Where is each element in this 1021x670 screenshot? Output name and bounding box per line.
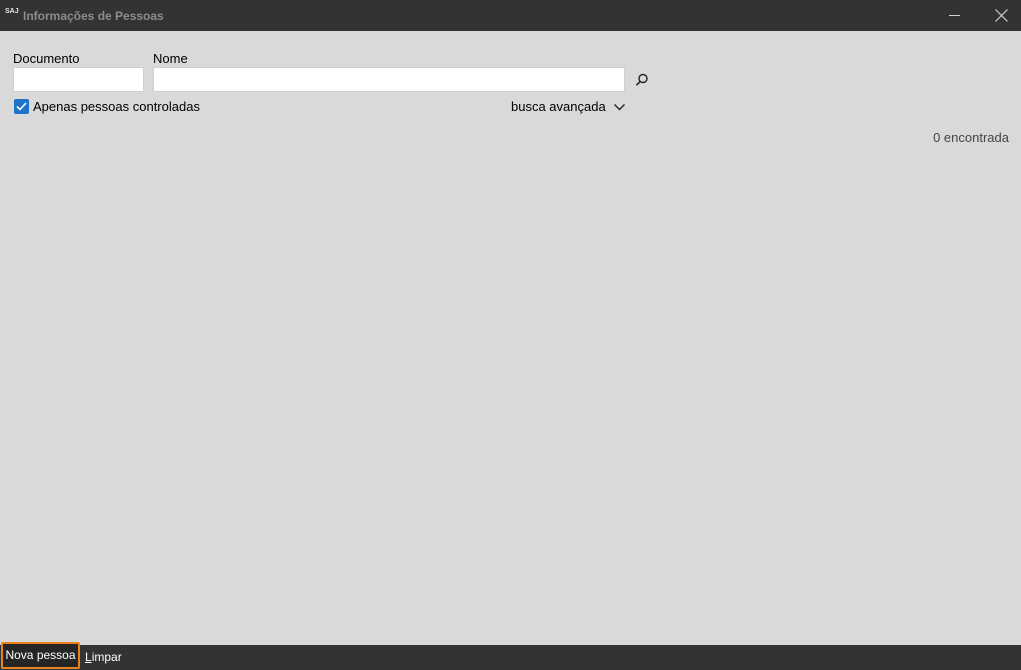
app-window: SAJ Informações de Pessoas Documento Nom… bbox=[0, 0, 1021, 670]
nome-label: Nome bbox=[153, 51, 188, 66]
chevron-down-icon bbox=[613, 103, 625, 110]
title-bar[interactable]: SAJ Informações de Pessoas bbox=[0, 0, 1021, 31]
clear-button-label: impar bbox=[91, 650, 122, 664]
app-logo: SAJ bbox=[5, 8, 19, 15]
bottom-action-bar bbox=[0, 645, 1021, 670]
minimize-button[interactable] bbox=[932, 0, 978, 31]
new-person-button[interactable]: Nova pessoa bbox=[1, 642, 80, 669]
close-icon bbox=[995, 9, 1008, 22]
controlled-only-checkbox[interactable] bbox=[14, 99, 29, 114]
documento-label: Documento bbox=[13, 51, 80, 66]
documento-input[interactable] bbox=[13, 67, 144, 92]
advanced-search-toggle[interactable]: busca avançada bbox=[511, 99, 625, 114]
clear-button-mnemonic: L bbox=[85, 650, 92, 664]
close-button[interactable] bbox=[978, 0, 1021, 31]
window-title: Informações de Pessoas bbox=[23, 9, 164, 23]
advanced-search-label: busca avançada bbox=[511, 99, 606, 114]
search-icon[interactable] bbox=[634, 72, 650, 88]
minimize-icon bbox=[949, 15, 960, 16]
controlled-only-label[interactable]: Apenas pessoas controladas bbox=[33, 99, 200, 114]
results-count: 0 encontrada bbox=[933, 130, 1009, 145]
check-icon bbox=[16, 102, 27, 111]
nome-input[interactable] bbox=[153, 67, 625, 92]
clear-button[interactable]: Limpar bbox=[85, 650, 122, 664]
